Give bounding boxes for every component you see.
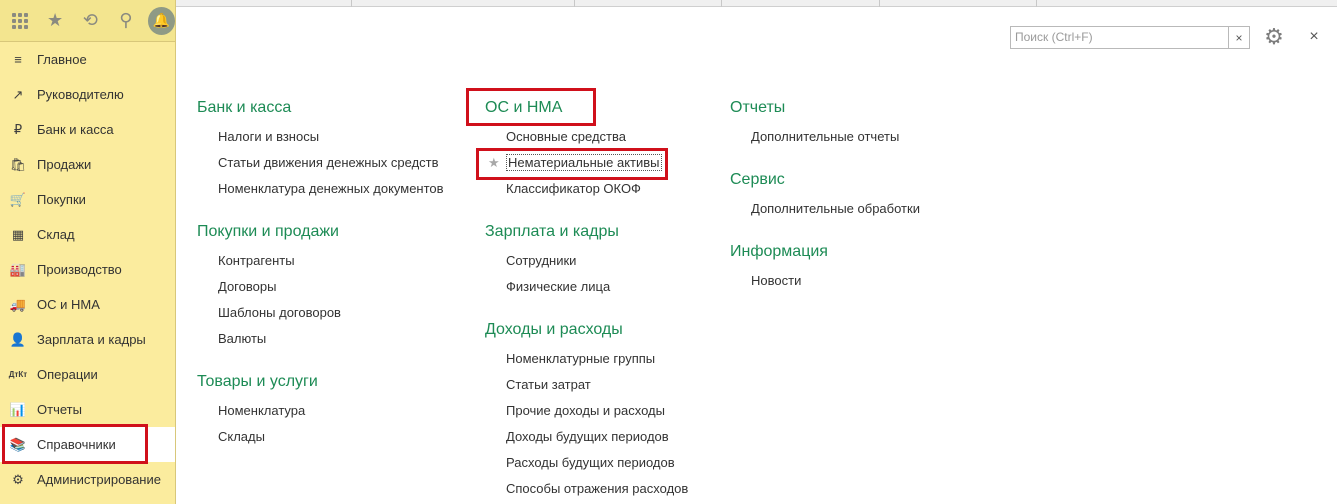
warehouse-icon: ▦ — [11, 226, 25, 242]
group-title[interactable]: Покупки и продажи — [197, 220, 444, 244]
list-item[interactable]: Классификатор ОКОФ — [506, 176, 688, 202]
bell-icon[interactable]: 🔔 — [147, 6, 176, 35]
group-title[interactable]: Зарплата и кадры — [485, 220, 688, 244]
list-item[interactable]: Сотрудники — [506, 248, 688, 274]
settings-gear-icon[interactable]: ⚙ — [1261, 24, 1287, 50]
list-item[interactable]: Номенклатура денежных документов — [218, 176, 444, 202]
sidebar-item-bank[interactable]: ₽ Банк и касса — [0, 112, 175, 147]
list-item[interactable]: Новости — [751, 268, 920, 294]
group-income-expenses: Доходы и расходы Номенклатурные группы С… — [485, 318, 688, 502]
sidebar-item-purchases[interactable]: 🛒 Покупки — [0, 182, 175, 217]
menu-icon: ≡ — [14, 52, 22, 67]
person-icon: 👤 — [9, 331, 27, 347]
debit-credit-icon: ДтКт — [8, 370, 28, 379]
list-item[interactable]: Статьи затрат — [506, 372, 688, 398]
group-salary: Зарплата и кадры Сотрудники Физические л… — [485, 220, 688, 300]
group-title[interactable]: Отчеты — [730, 96, 920, 120]
list-item[interactable]: Шаблоны договоров — [218, 300, 444, 326]
truck-icon: 🚚 — [9, 296, 27, 312]
search-input[interactable] — [1015, 30, 1224, 44]
sidebar-item-sales[interactable]: 🛍 Продажи — [0, 147, 175, 182]
cart-icon: 🛒 — [9, 191, 27, 207]
star-icon[interactable]: ★ — [37, 3, 72, 39]
list-item[interactable]: Физические лица — [506, 274, 688, 300]
sidebar-item-main[interactable]: ≡ Главное — [0, 42, 175, 77]
group-reports: Отчеты Дополнительные отчеты — [730, 96, 920, 150]
gear-icon: ⚙ — [12, 471, 24, 487]
list-item[interactable]: Прочие доходы и расходы — [506, 398, 688, 424]
list-item[interactable]: Доходы будущих периодов — [506, 424, 688, 450]
list-item[interactable]: Номенклатура — [218, 398, 444, 424]
search-field[interactable] — [1010, 26, 1229, 49]
books-icon: 📚 — [9, 436, 27, 452]
list-item[interactable]: Статьи движения денежных средств — [218, 150, 444, 176]
list-item[interactable]: Дополнительные отчеты — [751, 124, 920, 150]
list-item-intangible-assets[interactable]: ★ Нематериальные активы — [488, 150, 688, 176]
list-item[interactable]: Основные средства — [506, 124, 688, 150]
history-icon[interactable]: ⟲ — [73, 3, 108, 39]
group-title[interactable]: Сервис — [730, 168, 920, 192]
list-item[interactable]: Налоги и взносы — [218, 124, 444, 150]
sidebar-toolbar: ★ ⟲ ⚲ 🔔 — [0, 0, 176, 42]
chart-icon: 📊 — [9, 401, 27, 417]
group-information: Информация Новости — [730, 240, 920, 294]
group-purchases-sales: Покупки и продажи Контрагенты Договоры Ш… — [197, 220, 444, 352]
sidebar-item-operations[interactable]: ДтКт Операции — [0, 357, 175, 392]
close-icon[interactable]: × — [1306, 27, 1322, 47]
list-item[interactable]: Валюты — [218, 326, 444, 352]
group-os-nma: ОС и НМА Основные средства ★ Нематериальн… — [485, 96, 688, 202]
column-3: Отчеты Дополнительные отчеты Сервис Допо… — [730, 96, 920, 294]
group-title[interactable]: Информация — [730, 240, 920, 264]
sidebar-item-assets[interactable]: 🚚 ОС и НМА — [0, 287, 175, 322]
sidebar-item-manager[interactable]: ↗ Руководителю — [0, 77, 175, 112]
group-title[interactable]: Доходы и расходы — [485, 318, 688, 342]
sections-list: ≡ Главное ↗ Руководителю ₽ Банк и касса 🛍 Пр… — [0, 42, 175, 497]
list-item[interactable]: Склады — [218, 424, 444, 450]
sidebar-item-administration[interactable]: ⚙ Администрирование — [0, 462, 175, 497]
group-service: Сервис Дополнительные обработки — [730, 168, 920, 222]
column-2: ОС и НМА Основные средства ★ Нематериальн… — [485, 96, 688, 502]
list-item[interactable]: Контрагенты — [218, 248, 444, 274]
group-title[interactable]: ОС и НМА — [485, 96, 688, 120]
trend-icon: ↗ — [12, 86, 24, 102]
list-item[interactable]: Способы отражения расходов — [506, 476, 688, 502]
apps-grid-icon[interactable] — [2, 3, 37, 39]
list-item[interactable]: Расходы будущих периодов — [506, 450, 688, 476]
sidebar-item-warehouse[interactable]: ▦ Склад — [0, 217, 175, 252]
list-item[interactable]: Дополнительные обработки — [751, 196, 920, 222]
sidebar-item-production[interactable]: 🏭 Производство — [0, 252, 175, 287]
ruble-icon: ₽ — [13, 121, 23, 137]
group-title[interactable]: Товары и услуги — [197, 370, 444, 394]
list-item[interactable]: Договоры — [218, 274, 444, 300]
sidebar-item-catalogs[interactable]: 📚 Справочники — [0, 427, 175, 462]
sidebar-item-salary[interactable]: 👤 Зарплата и кадры — [0, 322, 175, 357]
factory-icon: 🏭 — [9, 261, 27, 277]
star-icon[interactable]: ★ — [488, 150, 500, 176]
column-1: Банк и касса Налоги и взносы Статьи движ… — [197, 96, 444, 450]
group-goods-services: Товары и услуги Номенклатура Склады — [197, 370, 444, 450]
top-tab-strip — [176, 0, 1337, 7]
sections-panel: ★ ⟲ ⚲ 🔔 ≡ Главное ↗ Руководителю ₽ Банк и к… — [0, 0, 176, 504]
list-item[interactable]: Номенклатурные группы — [506, 346, 688, 372]
search-icon[interactable]: ⚲ — [108, 3, 143, 39]
group-bank: Банк и касса Налоги и взносы Статьи движ… — [197, 96, 444, 202]
search-clear-button[interactable]: × — [1229, 26, 1250, 49]
bag-icon: 🛍 — [9, 156, 27, 172]
sidebar-item-reports[interactable]: 📊 Отчеты — [0, 392, 175, 427]
group-title[interactable]: Банк и касса — [197, 96, 444, 120]
